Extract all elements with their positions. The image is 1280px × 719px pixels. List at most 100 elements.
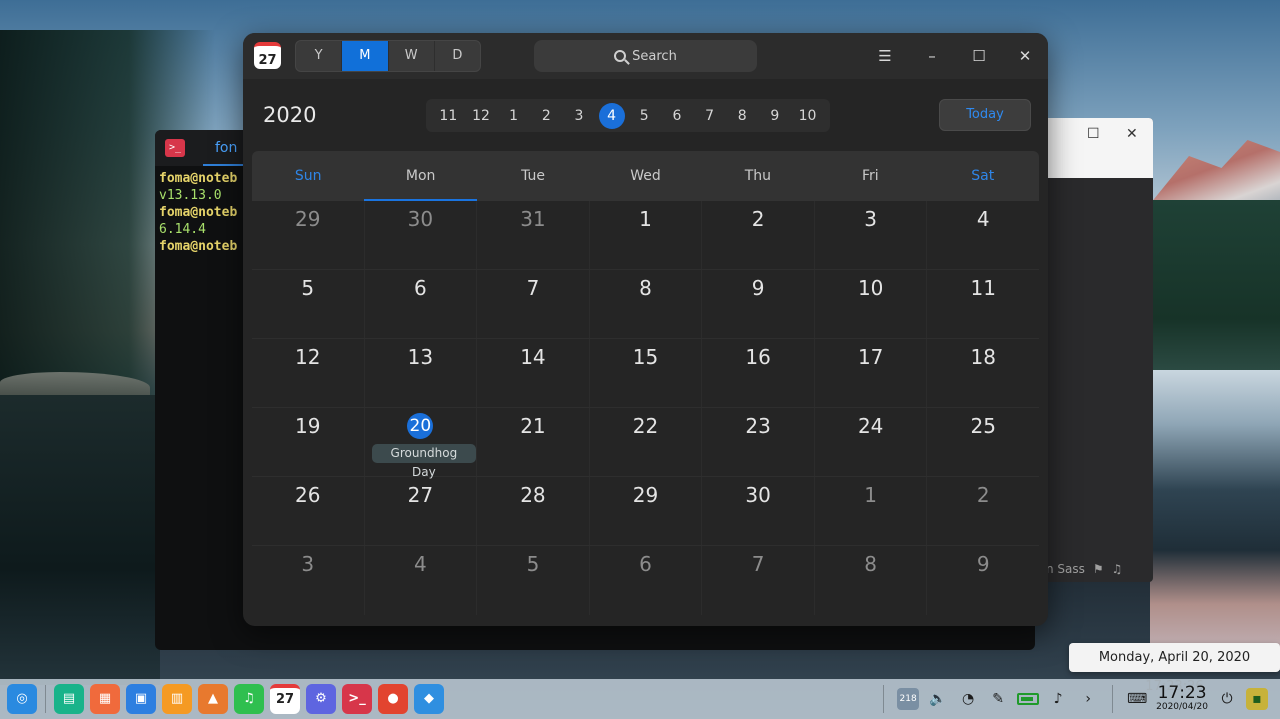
day-cell[interactable]: 7 bbox=[477, 270, 590, 338]
day-cell[interactable]: 20 Groundhog Day bbox=[365, 408, 478, 479]
day-cell[interactable]: 3 bbox=[252, 546, 365, 615]
tray-separator bbox=[1112, 685, 1114, 713]
day-cell[interactable]: 18 bbox=[927, 339, 1039, 407]
volume-icon[interactable]: 🔈 bbox=[927, 688, 949, 710]
dock-file-manager-icon[interactable]: ▣ bbox=[126, 684, 156, 714]
month-item[interactable]: 3 bbox=[566, 103, 592, 129]
day-cell[interactable]: 6 bbox=[365, 270, 478, 338]
day-cell[interactable]: 13 bbox=[365, 339, 478, 407]
day-cell[interactable]: 2 bbox=[702, 201, 815, 269]
day-cell[interactable]: 27 bbox=[365, 477, 478, 545]
event-chip[interactable]: Groundhog Day bbox=[371, 444, 477, 479]
month-item[interactable]: 7 bbox=[697, 103, 723, 129]
day-cell[interactable]: 28 bbox=[477, 477, 590, 545]
power-icon[interactable]: ⏻ bbox=[1216, 688, 1238, 710]
view-mode-d-button[interactable]: D bbox=[435, 41, 480, 71]
maximize-icon[interactable]: ☐ bbox=[1087, 126, 1100, 142]
month-item[interactable]: 6 bbox=[664, 103, 690, 129]
day-cell[interactable]: 26 bbox=[252, 477, 365, 545]
day-cell[interactable]: 24 bbox=[815, 408, 928, 476]
day-cell[interactable]: 29 bbox=[590, 477, 703, 545]
day-cell[interactable]: 5 bbox=[252, 270, 365, 338]
month-item[interactable]: 8 bbox=[729, 103, 755, 129]
dock-settings-icon[interactable]: ⚙ bbox=[306, 684, 336, 714]
dock-launcher-icon[interactable]: ◎ bbox=[7, 684, 37, 714]
day-cell[interactable]: 4 bbox=[365, 546, 478, 615]
day-cell[interactable]: 2 bbox=[927, 477, 1039, 545]
calendar-window[interactable]: 27 YMWD Search ☰ – ☐ ✕ 2020 11 12 1 2 3 4 5 6 7 8… bbox=[243, 33, 1048, 626]
dock-terminal-icon[interactable]: >_ bbox=[342, 684, 372, 714]
dock-image-viewer-icon[interactable]: ▲ bbox=[198, 684, 228, 714]
trash-icon[interactable]: ▪ bbox=[1246, 688, 1268, 710]
day-cell[interactable]: 16 bbox=[702, 339, 815, 407]
dock-app-store-icon[interactable]: ▦ bbox=[90, 684, 120, 714]
maximize-icon[interactable]: ☐ bbox=[966, 43, 992, 69]
day-cell[interactable]: 17 bbox=[815, 339, 928, 407]
month-item[interactable]: 12 bbox=[468, 103, 494, 129]
month-item[interactable]: 1 bbox=[501, 103, 527, 129]
today-button[interactable]: Today bbox=[939, 99, 1031, 131]
day-cell[interactable]: 14 bbox=[477, 339, 590, 407]
day-cell[interactable]: 6 bbox=[590, 546, 703, 615]
notes-window[interactable]: ☐ ✕ n Sass ⚑ ♫ bbox=[1040, 118, 1153, 582]
wifi-icon[interactable]: ◔ bbox=[957, 688, 979, 710]
day-cell[interactable]: 29 bbox=[252, 201, 365, 269]
month-item[interactable]: 2 bbox=[533, 103, 559, 129]
pen-icon[interactable]: ✎ bbox=[987, 688, 1009, 710]
close-icon[interactable]: ✕ bbox=[1126, 126, 1138, 142]
battery-icon[interactable] bbox=[1017, 693, 1040, 705]
menu-icon[interactable]: ☰ bbox=[872, 43, 898, 69]
day-cell[interactable]: 5 bbox=[477, 546, 590, 615]
day-cell[interactable]: 4 bbox=[927, 201, 1039, 269]
dock-deepin-store-icon[interactable]: ▥ bbox=[162, 684, 192, 714]
day-cell[interactable]: 12 bbox=[252, 339, 365, 407]
day-cell[interactable]: 1 bbox=[815, 477, 928, 545]
close-icon[interactable]: ✕ bbox=[1012, 43, 1038, 69]
chevron-right-icon[interactable]: › bbox=[1077, 688, 1099, 710]
system-tray: 218 🔈 ◔ ✎ ♪ › ⌨ 17:23 2020/04/20 ⏻ ▪ bbox=[878, 679, 1280, 719]
dock-multitasking-icon[interactable]: ▤ bbox=[54, 684, 84, 714]
day-cell[interactable]: 7 bbox=[702, 546, 815, 615]
workspace-badge[interactable]: 218 bbox=[897, 688, 920, 710]
day-cell[interactable]: 9 bbox=[702, 270, 815, 338]
clock[interactable]: 17:23 2020/04/20 bbox=[1156, 685, 1208, 713]
month-item[interactable]: 4 bbox=[598, 102, 625, 129]
wallpaper-water-left bbox=[0, 395, 160, 685]
day-cell[interactable]: 1 bbox=[590, 201, 703, 269]
keyboard-icon[interactable]: ⌨ bbox=[1126, 688, 1148, 710]
day-cell[interactable]: 10 bbox=[815, 270, 928, 338]
day-cell[interactable]: 31 bbox=[477, 201, 590, 269]
month-item[interactable]: 9 bbox=[762, 103, 788, 129]
day-cell[interactable]: 30 bbox=[365, 201, 478, 269]
dock-calendar-icon[interactable]: 27 bbox=[270, 684, 300, 714]
day-number: 17 bbox=[857, 345, 884, 369]
day-cell[interactable]: 8 bbox=[815, 546, 928, 615]
day-cell[interactable]: 8 bbox=[590, 270, 703, 338]
view-mode-w-button[interactable]: W bbox=[389, 41, 435, 71]
notification-bell-icon[interactable]: ♪ bbox=[1047, 688, 1069, 710]
pin-icon[interactable]: ⚑ bbox=[1093, 562, 1104, 576]
view-mode-m-button[interactable]: M bbox=[342, 41, 389, 71]
month-grid: Sun Mon Tue Wed Thu Fri Sat 29 30 31 1 2 3 4 5 6 7 8 9 10 1… bbox=[252, 151, 1039, 621]
month-item[interactable]: 11 bbox=[435, 103, 461, 129]
month-item[interactable]: 10 bbox=[795, 103, 821, 129]
day-cell[interactable]: 19 bbox=[252, 408, 365, 476]
day-number: 18 bbox=[970, 345, 996, 369]
day-cell[interactable]: 3 bbox=[815, 201, 928, 269]
month-item[interactable]: 5 bbox=[631, 103, 657, 129]
day-cell[interactable]: 22 bbox=[590, 408, 703, 476]
search-input[interactable]: Search bbox=[534, 40, 757, 72]
day-cell[interactable]: 15 bbox=[590, 339, 703, 407]
minimize-icon[interactable]: – bbox=[919, 43, 945, 69]
day-cell[interactable]: 9 bbox=[927, 546, 1039, 615]
day-cell[interactable]: 25 bbox=[927, 408, 1039, 476]
dock-music-icon[interactable]: ♫ bbox=[234, 684, 264, 714]
day-cell[interactable]: 23 bbox=[702, 408, 815, 476]
bell-icon[interactable]: ♫ bbox=[1112, 562, 1123, 576]
dock-vscode-icon[interactable]: ◆ bbox=[414, 684, 444, 714]
day-cell[interactable]: 30 bbox=[702, 477, 815, 545]
view-mode-y-button[interactable]: Y bbox=[296, 41, 343, 71]
dock-chrome-icon[interactable]: ● bbox=[378, 684, 408, 714]
day-cell[interactable]: 11 bbox=[927, 270, 1039, 338]
day-cell[interactable]: 21 bbox=[477, 408, 590, 476]
